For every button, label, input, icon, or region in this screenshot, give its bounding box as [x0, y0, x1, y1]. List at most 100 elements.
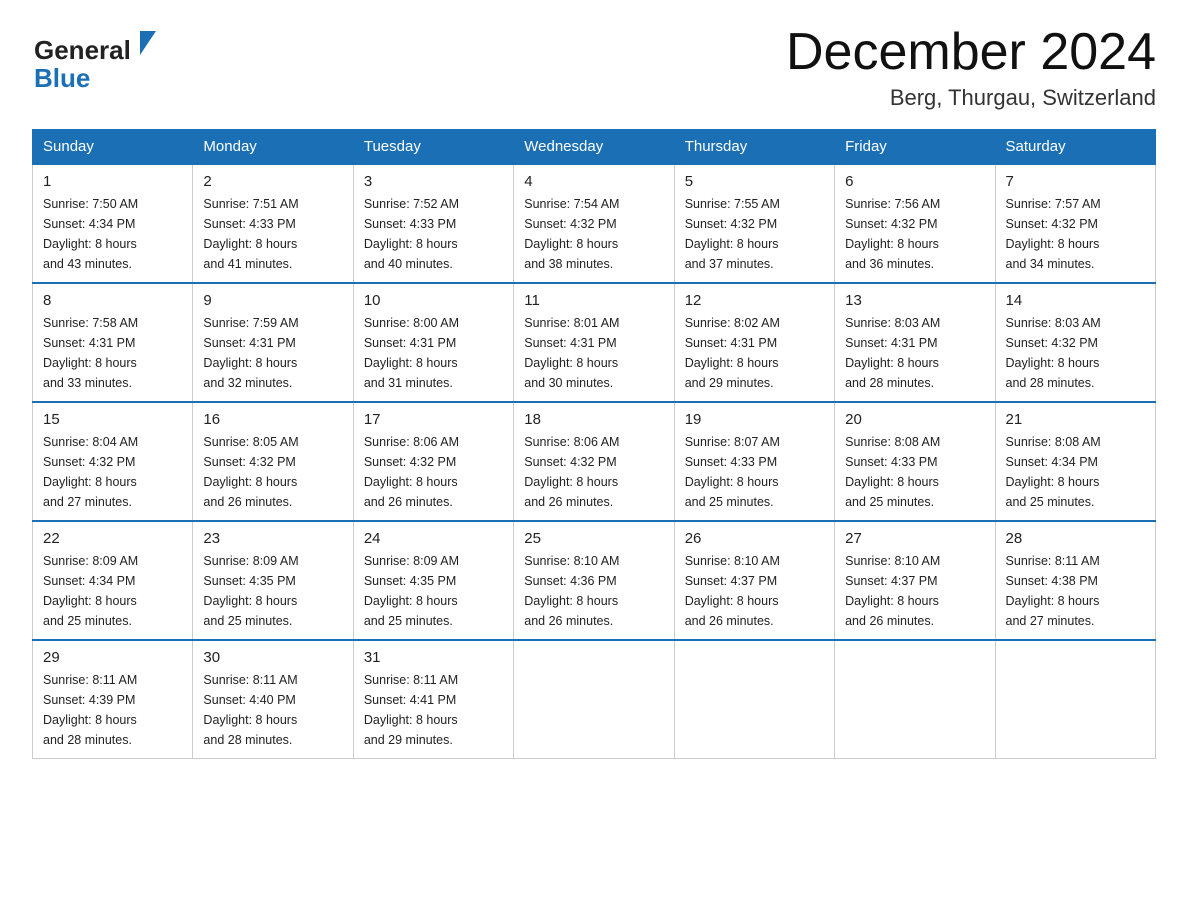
day-info: Sunrise: 7:59 AM Sunset: 4:31 PM Dayligh…	[203, 313, 342, 393]
svg-text:Blue: Blue	[34, 63, 90, 93]
calendar-day-cell: 13 Sunrise: 8:03 AM Sunset: 4:31 PM Dayl…	[835, 283, 995, 402]
calendar-week-row: 1 Sunrise: 7:50 AM Sunset: 4:34 PM Dayli…	[33, 164, 1156, 283]
day-info: Sunrise: 8:06 AM Sunset: 4:32 PM Dayligh…	[524, 432, 663, 512]
calendar-day-cell: 18 Sunrise: 8:06 AM Sunset: 4:32 PM Dayl…	[514, 402, 674, 521]
calendar-day-cell: 27 Sunrise: 8:10 AM Sunset: 4:37 PM Dayl…	[835, 521, 995, 640]
calendar-day-cell	[514, 640, 674, 759]
day-number: 15	[43, 411, 182, 428]
calendar-day-cell: 20 Sunrise: 8:08 AM Sunset: 4:33 PM Dayl…	[835, 402, 995, 521]
day-number: 23	[203, 530, 342, 547]
day-number: 10	[364, 292, 503, 309]
day-info: Sunrise: 8:07 AM Sunset: 4:33 PM Dayligh…	[685, 432, 824, 512]
calendar-day-cell: 8 Sunrise: 7:58 AM Sunset: 4:31 PM Dayli…	[33, 283, 193, 402]
day-info: Sunrise: 8:01 AM Sunset: 4:31 PM Dayligh…	[524, 313, 663, 393]
calendar-day-cell: 25 Sunrise: 8:10 AM Sunset: 4:36 PM Dayl…	[514, 521, 674, 640]
day-number: 3	[364, 173, 503, 190]
calendar-week-row: 29 Sunrise: 8:11 AM Sunset: 4:39 PM Dayl…	[33, 640, 1156, 759]
day-number: 8	[43, 292, 182, 309]
calendar-week-row: 15 Sunrise: 8:04 AM Sunset: 4:32 PM Dayl…	[33, 402, 1156, 521]
calendar-day-cell: 3 Sunrise: 7:52 AM Sunset: 4:33 PM Dayli…	[353, 164, 513, 283]
day-info: Sunrise: 8:11 AM Sunset: 4:41 PM Dayligh…	[364, 670, 503, 750]
day-number: 31	[364, 649, 503, 666]
day-info: Sunrise: 8:03 AM Sunset: 4:32 PM Dayligh…	[1006, 313, 1145, 393]
day-info: Sunrise: 8:08 AM Sunset: 4:33 PM Dayligh…	[845, 432, 984, 512]
day-info: Sunrise: 8:10 AM Sunset: 4:37 PM Dayligh…	[845, 551, 984, 631]
calendar-day-cell: 28 Sunrise: 8:11 AM Sunset: 4:38 PM Dayl…	[995, 521, 1155, 640]
day-number: 30	[203, 649, 342, 666]
header-row: Sunday Monday Tuesday Wednesday Thursday…	[33, 130, 1156, 165]
calendar-day-cell: 30 Sunrise: 8:11 AM Sunset: 4:40 PM Dayl…	[193, 640, 353, 759]
calendar-day-cell: 26 Sunrise: 8:10 AM Sunset: 4:37 PM Dayl…	[674, 521, 834, 640]
calendar-day-cell: 16 Sunrise: 8:05 AM Sunset: 4:32 PM Dayl…	[193, 402, 353, 521]
day-info: Sunrise: 8:09 AM Sunset: 4:35 PM Dayligh…	[364, 551, 503, 631]
page-header: General Blue December 2024 Berg, Thurgau…	[32, 24, 1156, 111]
logo: General Blue	[32, 24, 162, 94]
col-tuesday: Tuesday	[353, 130, 513, 165]
col-monday: Monday	[193, 130, 353, 165]
day-number: 28	[1006, 530, 1145, 547]
day-number: 13	[845, 292, 984, 309]
day-info: Sunrise: 8:04 AM Sunset: 4:32 PM Dayligh…	[43, 432, 182, 512]
day-number: 21	[1006, 411, 1145, 428]
day-info: Sunrise: 7:50 AM Sunset: 4:34 PM Dayligh…	[43, 194, 182, 274]
day-number: 24	[364, 530, 503, 547]
day-info: Sunrise: 8:09 AM Sunset: 4:34 PM Dayligh…	[43, 551, 182, 631]
day-number: 18	[524, 411, 663, 428]
day-info: Sunrise: 7:56 AM Sunset: 4:32 PM Dayligh…	[845, 194, 984, 274]
day-info: Sunrise: 7:54 AM Sunset: 4:32 PM Dayligh…	[524, 194, 663, 274]
title-block: December 2024 Berg, Thurgau, Switzerland	[786, 24, 1156, 111]
day-number: 6	[845, 173, 984, 190]
day-info: Sunrise: 8:11 AM Sunset: 4:39 PM Dayligh…	[43, 670, 182, 750]
day-info: Sunrise: 8:10 AM Sunset: 4:36 PM Dayligh…	[524, 551, 663, 631]
day-info: Sunrise: 8:02 AM Sunset: 4:31 PM Dayligh…	[685, 313, 824, 393]
calendar-day-cell: 5 Sunrise: 7:55 AM Sunset: 4:32 PM Dayli…	[674, 164, 834, 283]
col-thursday: Thursday	[674, 130, 834, 165]
calendar-day-cell: 23 Sunrise: 8:09 AM Sunset: 4:35 PM Dayl…	[193, 521, 353, 640]
day-number: 1	[43, 173, 182, 190]
day-info: Sunrise: 8:11 AM Sunset: 4:40 PM Dayligh…	[203, 670, 342, 750]
day-number: 2	[203, 173, 342, 190]
calendar-week-row: 8 Sunrise: 7:58 AM Sunset: 4:31 PM Dayli…	[33, 283, 1156, 402]
day-number: 9	[203, 292, 342, 309]
logo-image: General Blue	[32, 24, 162, 94]
day-number: 20	[845, 411, 984, 428]
calendar-day-cell	[674, 640, 834, 759]
day-info: Sunrise: 8:09 AM Sunset: 4:35 PM Dayligh…	[203, 551, 342, 631]
col-sunday: Sunday	[33, 130, 193, 165]
day-number: 12	[685, 292, 824, 309]
day-number: 27	[845, 530, 984, 547]
calendar-day-cell: 11 Sunrise: 8:01 AM Sunset: 4:31 PM Dayl…	[514, 283, 674, 402]
calendar-day-cell: 29 Sunrise: 8:11 AM Sunset: 4:39 PM Dayl…	[33, 640, 193, 759]
day-info: Sunrise: 8:08 AM Sunset: 4:34 PM Dayligh…	[1006, 432, 1145, 512]
day-info: Sunrise: 7:57 AM Sunset: 4:32 PM Dayligh…	[1006, 194, 1145, 274]
calendar-title: December 2024	[786, 24, 1156, 81]
day-info: Sunrise: 7:51 AM Sunset: 4:33 PM Dayligh…	[203, 194, 342, 274]
calendar-day-cell: 2 Sunrise: 7:51 AM Sunset: 4:33 PM Dayli…	[193, 164, 353, 283]
calendar-day-cell: 19 Sunrise: 8:07 AM Sunset: 4:33 PM Dayl…	[674, 402, 834, 521]
day-info: Sunrise: 7:58 AM Sunset: 4:31 PM Dayligh…	[43, 313, 182, 393]
day-number: 16	[203, 411, 342, 428]
day-number: 11	[524, 292, 663, 309]
calendar-day-cell: 6 Sunrise: 7:56 AM Sunset: 4:32 PM Dayli…	[835, 164, 995, 283]
day-info: Sunrise: 7:52 AM Sunset: 4:33 PM Dayligh…	[364, 194, 503, 274]
col-saturday: Saturday	[995, 130, 1155, 165]
day-number: 22	[43, 530, 182, 547]
calendar-location: Berg, Thurgau, Switzerland	[786, 85, 1156, 111]
day-number: 19	[685, 411, 824, 428]
col-wednesday: Wednesday	[514, 130, 674, 165]
day-info: Sunrise: 7:55 AM Sunset: 4:32 PM Dayligh…	[685, 194, 824, 274]
calendar-day-cell: 9 Sunrise: 7:59 AM Sunset: 4:31 PM Dayli…	[193, 283, 353, 402]
day-info: Sunrise: 8:03 AM Sunset: 4:31 PM Dayligh…	[845, 313, 984, 393]
calendar-day-cell: 4 Sunrise: 7:54 AM Sunset: 4:32 PM Dayli…	[514, 164, 674, 283]
calendar-table: Sunday Monday Tuesday Wednesday Thursday…	[32, 129, 1156, 759]
calendar-day-cell	[995, 640, 1155, 759]
day-info: Sunrise: 8:10 AM Sunset: 4:37 PM Dayligh…	[685, 551, 824, 631]
calendar-day-cell: 17 Sunrise: 8:06 AM Sunset: 4:32 PM Dayl…	[353, 402, 513, 521]
svg-text:General: General	[34, 35, 131, 65]
day-info: Sunrise: 8:06 AM Sunset: 4:32 PM Dayligh…	[364, 432, 503, 512]
calendar-day-cell: 15 Sunrise: 8:04 AM Sunset: 4:32 PM Dayl…	[33, 402, 193, 521]
day-number: 14	[1006, 292, 1145, 309]
day-number: 26	[685, 530, 824, 547]
day-info: Sunrise: 8:00 AM Sunset: 4:31 PM Dayligh…	[364, 313, 503, 393]
calendar-day-cell: 7 Sunrise: 7:57 AM Sunset: 4:32 PM Dayli…	[995, 164, 1155, 283]
